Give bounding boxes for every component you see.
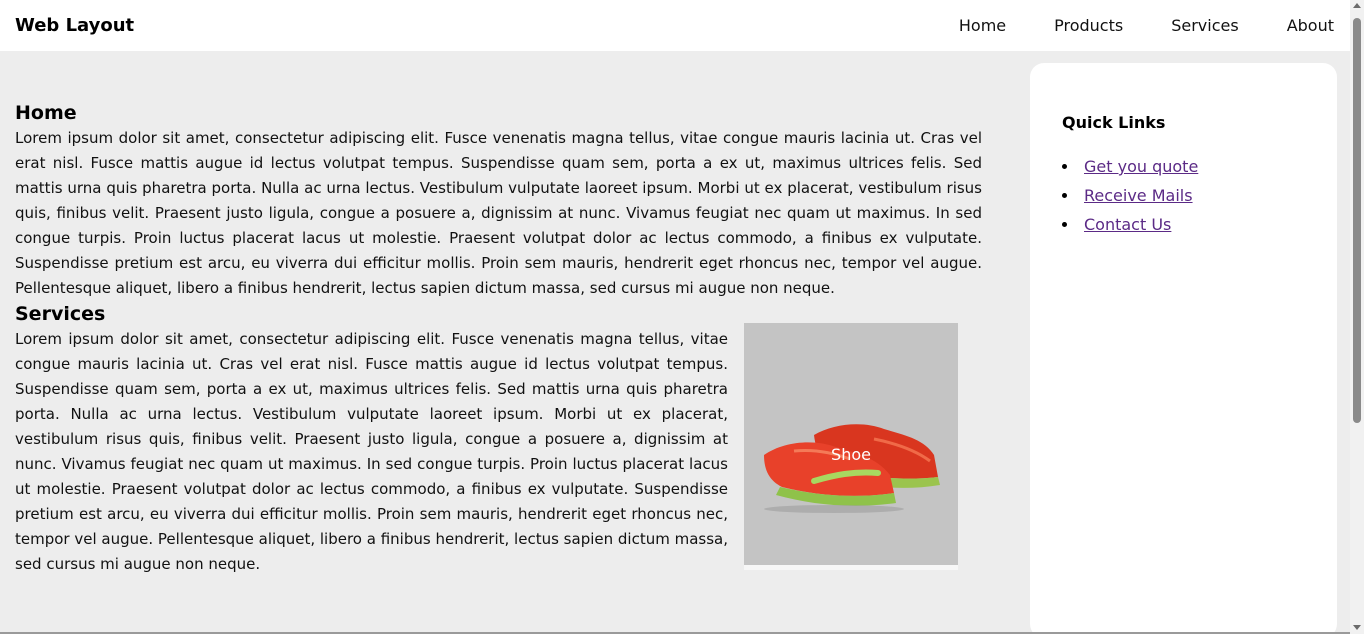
quick-links-sidebar: Quick Links Get you quote Receive Mails … [1030,63,1337,634]
main-nav: Home Products Services About [959,16,1334,35]
services-section: Services Lorem ipsum dolor sit amet, con… [15,301,982,577]
services-row: Lorem ipsum dolor sit amet, consectetur … [15,323,982,577]
home-section: Home Lorem ipsum dolor sit amet, consect… [15,100,982,301]
nav-link-about[interactable]: About [1287,16,1334,35]
brand-logo-text[interactable]: Web Layout [15,15,134,36]
link-receive-mails[interactable]: Receive Mails [1084,186,1193,205]
home-paragraph: Lorem ipsum dolor sit amet, consectetur … [15,129,982,297]
top-navbar: Web Layout Home Products Services About [0,0,1350,51]
list-item: Get you quote [1062,152,1337,181]
scroll-thumb[interactable] [1353,18,1361,423]
list-item: Receive Mails [1062,181,1337,210]
scroll-up-arrow-icon[interactable] [1353,3,1361,8]
shoe-image [764,424,940,513]
list-item: Contact Us [1062,210,1337,239]
link-get-quote[interactable]: Get you quote [1084,157,1198,176]
scroll-down-arrow-icon[interactable] [1353,625,1361,630]
sidebar-title: Quick Links [1062,113,1166,132]
product-card-shoe[interactable]: Shoe [744,323,958,570]
quick-links-list: Get you quote Receive Mails Contact Us [1062,152,1337,239]
product-caption: Shoe [831,445,871,464]
link-contact-us[interactable]: Contact Us [1084,215,1171,234]
home-heading: Home [15,102,77,124]
services-paragraph: Lorem ipsum dolor sit amet, consectetur … [15,330,728,573]
nav-link-products[interactable]: Products [1054,16,1123,35]
nav-link-services[interactable]: Services [1171,16,1238,35]
nav-link-home[interactable]: Home [959,16,1006,35]
main-content: Home Lorem ipsum dolor sit amet, consect… [15,100,982,577]
vertical-scrollbar[interactable] [1350,0,1364,634]
